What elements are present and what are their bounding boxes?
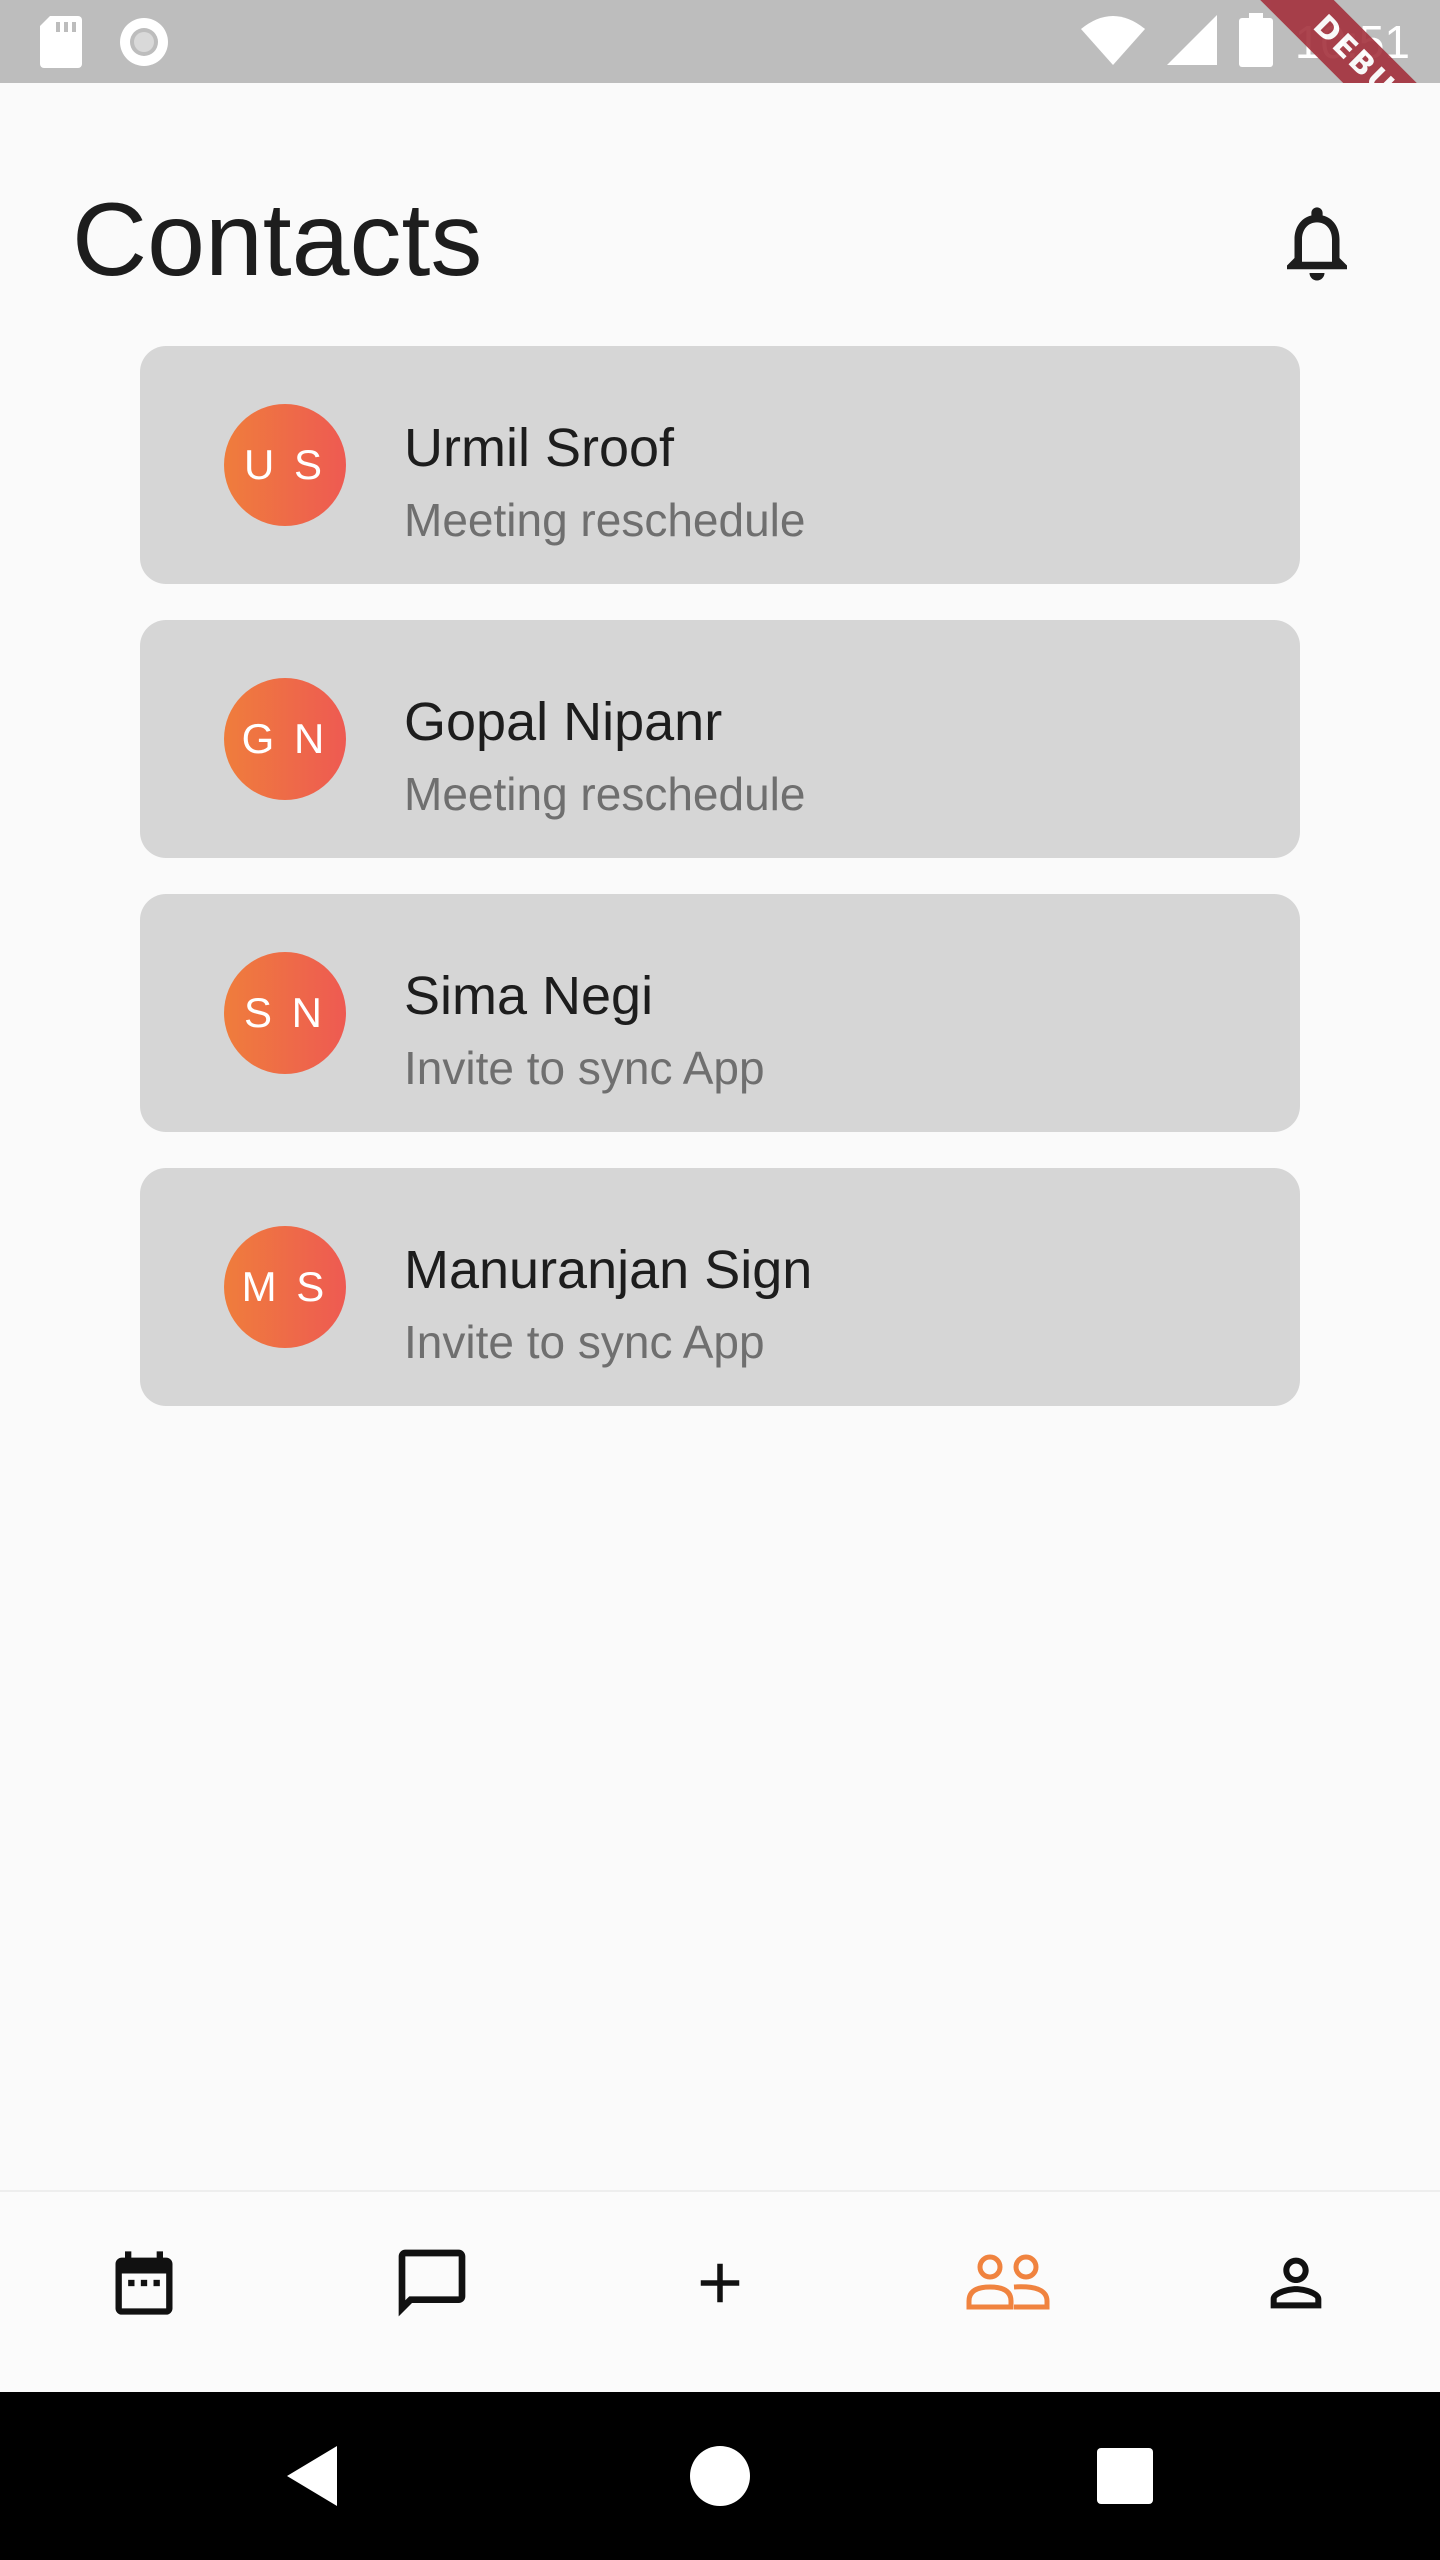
sd-card-icon — [40, 16, 82, 73]
calendar-icon — [106, 2245, 182, 2326]
home-icon[interactable] — [680, 2436, 760, 2516]
nav-profile[interactable] — [1241, 2230, 1351, 2340]
avatar: S N — [224, 952, 346, 1074]
people-icon — [966, 2253, 1050, 2318]
battery-icon — [1238, 12, 1273, 72]
contact-name: Gopal Nipanr — [404, 692, 723, 752]
contact-card[interactable]: M S Manuranjan Sign Invite to sync App — [140, 1168, 1300, 1406]
nav-chat[interactable] — [377, 2230, 487, 2340]
contact-subtitle: Meeting reschedule — [404, 494, 806, 546]
recents-icon[interactable] — [1085, 2436, 1165, 2516]
bell-icon[interactable] — [1272, 198, 1362, 288]
contact-card[interactable]: G N Gopal Nipanr Meeting reschedule — [140, 620, 1300, 858]
wifi-icon — [1080, 15, 1145, 70]
status-left-icons — [40, 16, 170, 73]
contact-name: Sima Negi — [404, 966, 654, 1026]
contact-subtitle: Invite to sync App — [404, 1042, 765, 1094]
system-nav-bar — [0, 2392, 1440, 2560]
contact-name: Manuranjan Sign — [404, 1240, 813, 1300]
plus-icon — [687, 2250, 753, 2321]
page-title: Contacts — [72, 182, 483, 298]
person-icon — [1258, 2245, 1334, 2326]
contact-card[interactable]: U S Urmil Sroof Meeting reschedule — [140, 346, 1300, 584]
status-bar: 10:51 DEBUG — [0, 0, 1440, 83]
back-icon[interactable] — [275, 2436, 355, 2516]
contact-list: U S Urmil Sroof Meeting reschedule G N G… — [140, 346, 1300, 1442]
contact-subtitle: Invite to sync App — [404, 1316, 765, 1368]
contact-name: Urmil Sroof — [404, 418, 675, 478]
signal-icon — [1166, 14, 1217, 70]
contact-subtitle: Meeting reschedule — [404, 768, 806, 820]
avatar: M S — [224, 1226, 346, 1348]
avatar: G N — [224, 678, 346, 800]
chat-icon — [392, 2243, 472, 2328]
avatar: U S — [224, 404, 346, 526]
contact-card[interactable]: S N Sima Negi Invite to sync App — [140, 894, 1300, 1132]
record-icon — [118, 16, 170, 73]
bottom-nav — [0, 2190, 1440, 2394]
nav-contacts[interactable] — [953, 2230, 1063, 2340]
nav-calendar[interactable] — [89, 2230, 199, 2340]
nav-add[interactable] — [665, 2230, 775, 2340]
